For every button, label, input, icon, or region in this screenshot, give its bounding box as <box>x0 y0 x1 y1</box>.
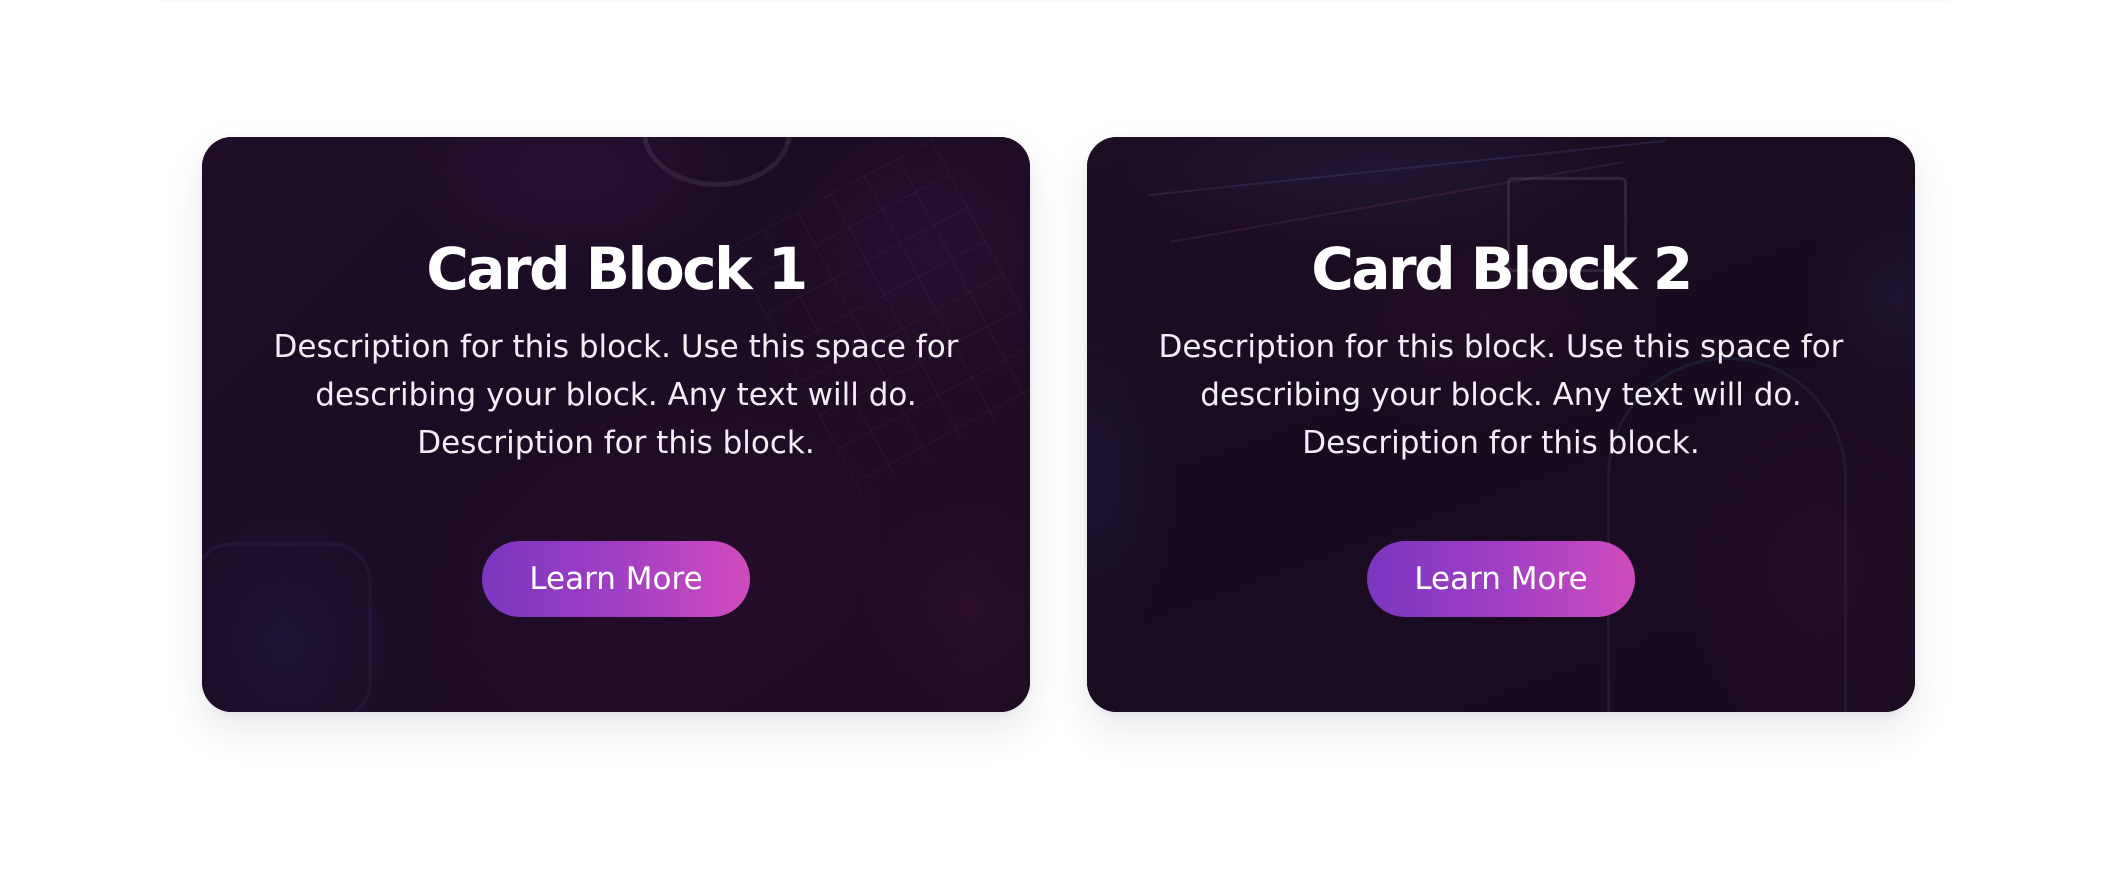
card-description: Description for this block. Use this spa… <box>273 329 959 461</box>
header-shadow <box>160 0 1950 4</box>
card-content: Card Block 2 Description for this block.… <box>1087 137 1915 712</box>
card-block-2: Card Block 2 Description for this block.… <box>1087 137 1915 712</box>
card-content: Card Block 1 Description for this block.… <box>202 137 1030 712</box>
card-title: Card Block 1 <box>426 235 808 303</box>
card-row: Card Block 1 Description for this block.… <box>202 137 1915 712</box>
card-description: Description for this block. Use this spa… <box>1158 329 1844 461</box>
card-title: Card Block 2 <box>1311 235 1693 303</box>
learn-more-button[interactable]: Learn More <box>482 541 750 617</box>
page: Card Block 1 Description for this block.… <box>0 0 2110 870</box>
card-block-1: Card Block 1 Description for this block.… <box>202 137 1030 712</box>
learn-more-button[interactable]: Learn More <box>1367 541 1635 617</box>
